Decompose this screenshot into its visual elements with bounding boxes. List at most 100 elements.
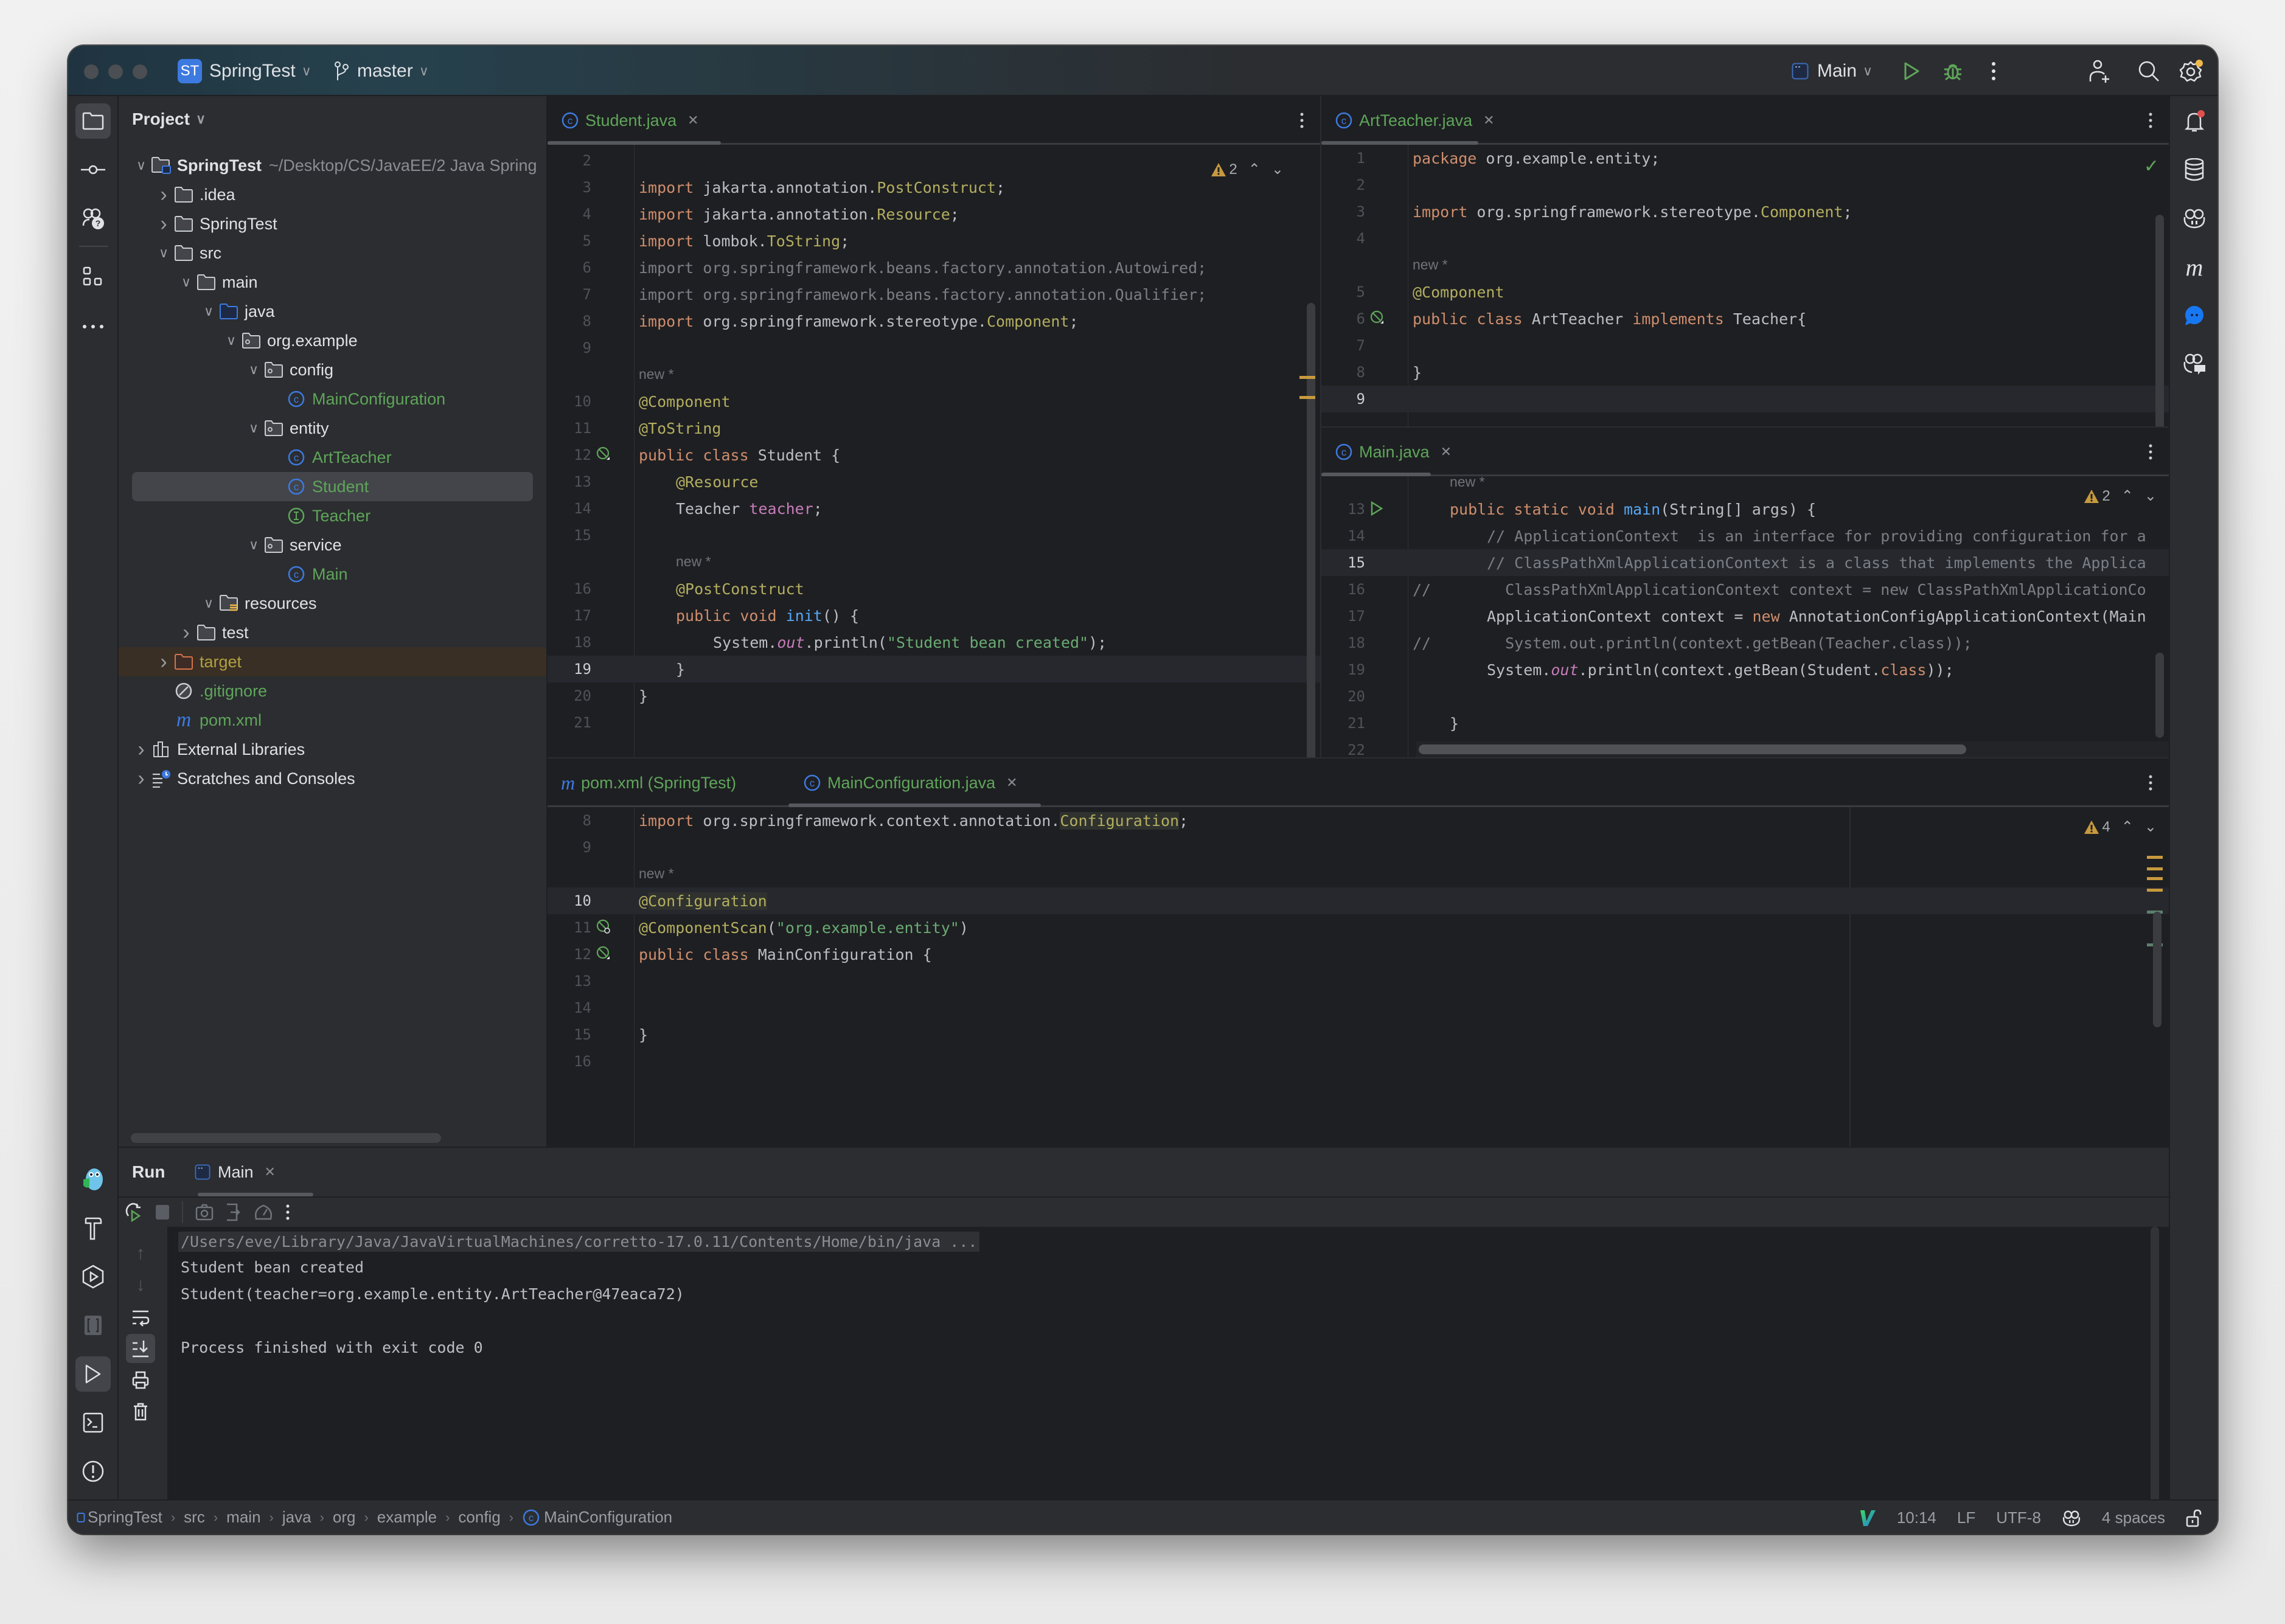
console-output[interactable]: /Users/eve/Library/Java/JavaVirtualMachi…	[167, 1227, 2169, 1534]
line-number[interactable]: 16	[548, 1053, 591, 1070]
chevron-right-icon[interactable]: ›	[132, 767, 150, 791]
line-number[interactable]: 5	[1321, 283, 1365, 300]
chevron-down-icon[interactable]: ∨	[245, 420, 263, 436]
line-number[interactable]: 15	[548, 1026, 591, 1043]
tree-node-test[interactable]: › test	[119, 618, 546, 647]
inspection-widget[interactable]: 2 ⌃ ⌄	[1211, 161, 1284, 178]
editor-vertical-scrollbar[interactable]	[2155, 653, 2164, 738]
tree-node-gitignore[interactable]: .gitignore	[119, 676, 546, 706]
chevron-down-icon[interactable]: ∨	[200, 595, 218, 611]
chevron-down-icon[interactable]: ⌄	[2144, 487, 2157, 505]
tree-node-external-libraries[interactable]: › External Libraries	[119, 735, 546, 764]
tree-node-src[interactable]: ∨ src	[119, 238, 546, 268]
maven-tool-button[interactable]: m	[2177, 249, 2212, 285]
chevron-up-icon[interactable]: ⌃	[1248, 161, 1261, 178]
tree-node-java[interactable]: ∨ java	[119, 297, 546, 326]
breadcrumb-item[interactable]: MainConfiguration	[544, 1508, 672, 1527]
line-number[interactable]: 21	[548, 714, 591, 731]
console-command-line[interactable]: /Users/eve/Library/Java/JavaVirtualMachi…	[178, 1232, 980, 1252]
scroll-up-button[interactable]: ↑	[126, 1239, 155, 1268]
code-with-me-button[interactable]	[2082, 46, 2118, 96]
more-tools-button[interactable]	[75, 309, 111, 344]
tree-node-artteacher[interactable]: c ArtTeacher	[119, 443, 546, 472]
tab-mainconfiguration-java[interactable]: c MainConfiguration.java ✕	[803, 758, 1018, 807]
warning-marker[interactable]	[2147, 856, 2163, 859]
tree-node-teacher[interactable]: Teacher	[119, 501, 546, 530]
line-number[interactable]: 9	[548, 839, 591, 856]
vim-plugin-indicator[interactable]	[1859, 1509, 1876, 1527]
structure-tool-button[interactable]	[75, 259, 111, 294]
commit-tool-button[interactable]	[75, 152, 111, 187]
line-separator[interactable]: LF	[1957, 1508, 1975, 1527]
chevron-down-icon[interactable]: ∨	[245, 362, 263, 378]
breadcrumb-item[interactable]: SpringTest	[88, 1508, 162, 1527]
window-zoom-button[interactable]	[133, 64, 147, 79]
chevron-down-icon[interactable]: ⌄	[1271, 161, 1284, 178]
editor-vertical-scrollbar[interactable]	[1307, 303, 1315, 757]
close-tab-icon[interactable]: ✕	[265, 1164, 276, 1180]
scroll-to-end-button[interactable]	[126, 1334, 155, 1363]
tree-node-service[interactable]: ∨ service	[119, 530, 546, 560]
copilot-status[interactable]	[2062, 1509, 2081, 1527]
line-number[interactable]: 7	[548, 286, 591, 303]
warning-marker[interactable]	[2147, 877, 2163, 880]
clear-console-button[interactable]	[126, 1397, 155, 1426]
editor-options-button[interactable]	[2138, 428, 2163, 476]
author-inlay-hint[interactable]: new *	[1413, 257, 1448, 273]
tree-node-student[interactable]: c Student	[132, 472, 533, 501]
line-number[interactable]: 19	[548, 661, 591, 678]
line-number[interactable]: 17	[1321, 608, 1365, 625]
spring-bean-gutter-icon[interactable]	[596, 446, 612, 462]
no-problems-indicator[interactable]: ✓	[2144, 156, 2159, 177]
chevron-down-icon[interactable]: ∨	[155, 245, 173, 261]
line-number[interactable]: 4	[1321, 230, 1365, 247]
line-number[interactable]: 18	[1321, 634, 1365, 651]
editor-options-button[interactable]	[2138, 96, 2163, 145]
run-tab-main[interactable]: Main ✕	[195, 1148, 276, 1196]
line-number[interactable]: 9	[1321, 390, 1365, 408]
tree-node-target[interactable]: › target	[119, 647, 546, 676]
line-number[interactable]: 1	[1321, 150, 1365, 167]
chevron-down-icon[interactable]: ∨	[132, 158, 150, 173]
chevron-up-icon[interactable]: ⌃	[2121, 818, 2134, 836]
database-tool-button[interactable]	[2177, 152, 2212, 187]
line-number[interactable]: 11	[548, 919, 591, 936]
inspection-widget[interactable]: 2 ⌃ ⌄	[2084, 487, 2157, 505]
profiler-tool-button[interactable]	[75, 1308, 111, 1343]
more-actions-button[interactable]	[1975, 46, 2012, 96]
plugin-tool-button[interactable]	[75, 1162, 111, 1197]
chevron-down-icon[interactable]: ∨	[200, 304, 218, 319]
editor-vertical-scrollbar[interactable]	[2155, 215, 2164, 426]
editor-options-button[interactable]	[1290, 96, 1314, 145]
line-number[interactable]: 4	[548, 206, 591, 223]
code-area[interactable]: new * 13 public static void main(String[] …	[1321, 474, 2169, 757]
line-number[interactable]: 19	[1321, 661, 1365, 678]
tree-node-resources[interactable]: ∨ resources	[119, 589, 546, 618]
line-number[interactable]: 13	[548, 973, 591, 990]
line-number[interactable]: 12	[548, 446, 591, 463]
breadcrumb-item[interactable]: org	[333, 1508, 356, 1527]
line-number[interactable]: 15	[548, 527, 591, 544]
close-tab-icon[interactable]: ✕	[1006, 775, 1017, 791]
tree-node-springtest[interactable]: › SpringTest	[119, 209, 546, 238]
line-number[interactable]: 10	[548, 393, 591, 410]
copilot-tool-button[interactable]	[2177, 201, 2212, 236]
breadcrumb-item[interactable]: example	[377, 1508, 437, 1527]
breadcrumb-item[interactable]: src	[184, 1508, 205, 1527]
line-number[interactable]: 9	[548, 339, 591, 356]
breadcrumb-item[interactable]: config	[458, 1508, 500, 1527]
line-number[interactable]: 16	[548, 580, 591, 597]
close-tab-icon[interactable]: ✕	[687, 113, 698, 128]
tree-node-main[interactable]: ∨ main	[119, 268, 546, 297]
line-number[interactable]: 6	[1321, 310, 1365, 327]
chevron-up-icon[interactable]: ⌃	[2121, 487, 2134, 505]
scroll-down-button[interactable]: ↓	[126, 1271, 155, 1300]
line-number[interactable]: 22	[1321, 741, 1365, 757]
chevron-down-icon[interactable]: ⌄	[2144, 818, 2157, 836]
line-number[interactable]: 15	[1321, 554, 1365, 571]
run-config-selector[interactable]: Main ∨	[1792, 46, 1873, 96]
stop-button[interactable]	[155, 1204, 170, 1220]
line-number[interactable]: 14	[548, 999, 591, 1016]
line-number[interactable]: 14	[1321, 527, 1365, 544]
notifications-tool-button[interactable]	[2177, 103, 2212, 139]
